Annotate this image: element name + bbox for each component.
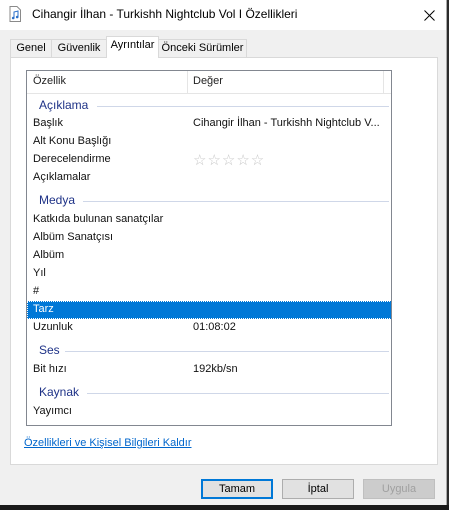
property-value: 192kb/sn: [193, 363, 238, 375]
property-name: Yayımcı: [33, 405, 72, 417]
apply-button[interactable]: Uygula: [363, 479, 435, 499]
row-subtitle[interactable]: Alt Konu Başlığı: [27, 133, 391, 151]
property-name: Katkıda bulunan sanatçılar: [33, 213, 164, 225]
title-bar[interactable]: Cihangir İlhan - Turkishh Nightclub Vol …: [0, 0, 446, 30]
property-name: Tarz: [33, 303, 54, 315]
property-value: 01:08:02: [193, 321, 236, 333]
row-title[interactable]: Başlık Cihangir İlhan - Turkishh Nightcl…: [27, 115, 391, 133]
group-source: Kaynak: [27, 384, 391, 402]
property-name: Uzunluk: [33, 321, 73, 333]
property-name: Albüm Sanatçısı: [33, 231, 114, 243]
group-divider: [87, 393, 389, 394]
group-title: Kaynak: [39, 385, 80, 399]
row-year[interactable]: Yıl: [27, 265, 391, 283]
column-divider[interactable]: [383, 71, 384, 93]
property-value: Cihangir İlhan - Turkishh Nightclub V...: [193, 117, 380, 129]
column-divider[interactable]: [187, 71, 188, 93]
group-title: Ses: [39, 343, 60, 357]
row-album[interactable]: Albüm: [27, 247, 391, 265]
star-rating-icon[interactable]: ☆☆☆☆☆: [193, 151, 265, 169]
column-header-value[interactable]: Değer: [193, 75, 223, 87]
group-divider: [83, 201, 389, 202]
tab-previous-versions[interactable]: Önceki Sürümler: [158, 39, 247, 57]
taskbar-edge: [0, 505, 449, 510]
property-name: Başlık: [33, 117, 63, 129]
window-title: Cihangir İlhan - Turkishh Nightclub Vol …: [32, 7, 298, 21]
row-rating[interactable]: Derecelendirme ☆☆☆☆☆: [27, 151, 391, 169]
property-name: Yıl: [33, 267, 46, 279]
properties-window: Cihangir İlhan - Turkishh Nightclub Vol …: [0, 0, 447, 510]
close-icon: [423, 9, 435, 21]
group-description: Açıklama: [27, 97, 391, 115]
group-divider: [65, 351, 389, 352]
row-album-artist[interactable]: Albüm Sanatçısı: [27, 229, 391, 247]
row-length[interactable]: Uzunluk 01:08:02: [27, 319, 391, 337]
audio-file-icon: [9, 6, 21, 22]
list-header: Özellik Değer: [27, 71, 391, 94]
row-comments[interactable]: Açıklamalar: [27, 169, 391, 187]
close-button[interactable]: [412, 0, 446, 30]
remove-properties-link[interactable]: Özellikleri ve Kişisel Bilgileri Kaldır: [24, 437, 192, 449]
group-media: Medya: [27, 192, 391, 210]
details-panel: Özellik Değer Açıklama Başlık Cihangir İ…: [10, 57, 438, 465]
group-title: Açıklama: [39, 98, 89, 112]
tab-general[interactable]: Genel: [10, 39, 52, 57]
row-bitrate[interactable]: Bit hızı 192kb/sn: [27, 361, 391, 379]
group-divider: [97, 106, 389, 107]
property-name: #: [33, 285, 40, 297]
tab-details[interactable]: Ayrıntılar: [106, 36, 159, 58]
row-contributing-artists[interactable]: Katkıda bulunan sanatçılar: [27, 211, 391, 229]
property-list[interactable]: Özellik Değer Açıklama Başlık Cihangir İ…: [26, 70, 392, 426]
group-audio: Ses: [27, 342, 391, 360]
property-name: Bit hızı: [33, 363, 67, 375]
property-name: Albüm: [33, 249, 65, 261]
property-name: Açıklamalar: [33, 171, 91, 183]
row-genre[interactable]: Tarz: [27, 301, 391, 319]
property-name: Derecelendirme: [33, 153, 111, 165]
row-track-number[interactable]: #: [27, 283, 391, 301]
property-name: Alt Konu Başlığı: [33, 135, 112, 147]
row-publisher[interactable]: Yayımcı: [27, 403, 391, 421]
column-header-property[interactable]: Özellik: [33, 75, 66, 87]
group-title: Medya: [39, 193, 76, 207]
cancel-button[interactable]: İptal: [282, 479, 354, 499]
ok-button[interactable]: Tamam: [201, 479, 273, 499]
tab-security[interactable]: Güvenlik: [51, 39, 107, 57]
